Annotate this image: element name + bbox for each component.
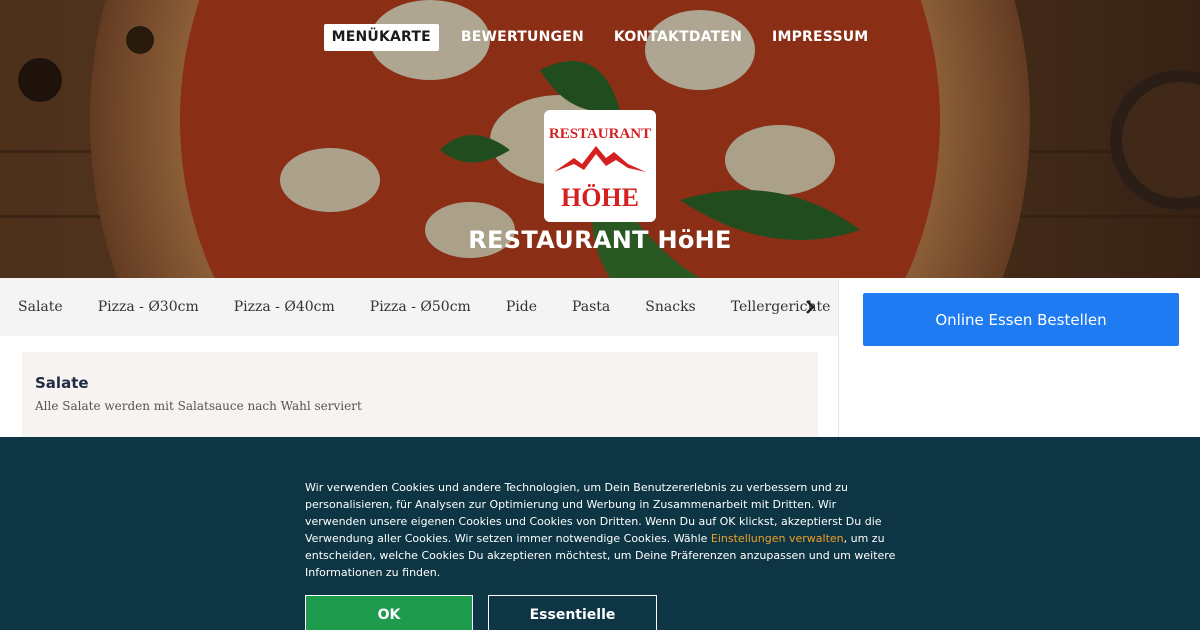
restaurant-logo: RESTAURANT HÖHE xyxy=(544,110,656,222)
chevron-right-icon[interactable] xyxy=(800,296,820,318)
order-sidebar: Online Essen Bestellen xyxy=(838,278,1200,438)
category-tab-pide[interactable]: Pide xyxy=(506,299,537,315)
nav-kontaktdaten[interactable]: KONTAKTDATEN xyxy=(606,24,750,51)
logo-text-top: RESTAURANT xyxy=(549,126,651,142)
manage-settings-link[interactable]: Einstellungen verwalten xyxy=(711,532,844,545)
order-online-button[interactable]: Online Essen Bestellen xyxy=(863,293,1179,346)
mountain-icon xyxy=(554,146,646,172)
hero-banner: MENÜKARTE BEWERTUNGEN KONTAKTDATEN IMPRE… xyxy=(0,0,1200,278)
nav-impressum[interactable]: IMPRESSUM xyxy=(764,24,876,51)
category-tabs: Salate Pizza - Ø30cm Pizza - Ø40cm Pizza… xyxy=(0,278,838,336)
section-title: Salate xyxy=(35,374,89,392)
nav-bewertungen[interactable]: BEWERTUNGEN xyxy=(453,24,592,51)
category-tab-pizza-30[interactable]: Pizza - Ø30cm xyxy=(98,299,199,315)
cookie-message: Wir verwenden Cookies und andere Technol… xyxy=(305,479,900,581)
cookie-banner: Wir verwenden Cookies und andere Technol… xyxy=(0,437,1200,630)
logo-image: RESTAURANT HÖHE xyxy=(549,126,651,212)
logo-text-bottom: HÖHE xyxy=(561,183,639,212)
section-description: Alle Salate werden mit Salatsauce nach W… xyxy=(35,399,362,413)
category-tab-pizza-40[interactable]: Pizza - Ø40cm xyxy=(234,299,335,315)
category-tab-pizza-50[interactable]: Pizza - Ø50cm xyxy=(370,299,471,315)
essential-cookies-button[interactable]: Essentielle xyxy=(488,595,657,630)
category-tab-snacks[interactable]: Snacks xyxy=(645,299,695,315)
page-title: RESTAURANT HöHE xyxy=(468,226,732,254)
top-navigation: MENÜKARTE BEWERTUNGEN KONTAKTDATEN IMPRE… xyxy=(0,24,1200,51)
category-tab-pasta[interactable]: Pasta xyxy=(572,299,610,315)
accept-ok-button[interactable]: OK xyxy=(305,595,473,630)
menu-content: Salate Alle Salate werden mit Salatsauce… xyxy=(0,336,838,442)
menu-section-salate: Salate Alle Salate werden mit Salatsauce… xyxy=(22,352,818,442)
category-tab-salate[interactable]: Salate xyxy=(18,299,63,315)
nav-menukarte[interactable]: MENÜKARTE xyxy=(323,24,439,51)
